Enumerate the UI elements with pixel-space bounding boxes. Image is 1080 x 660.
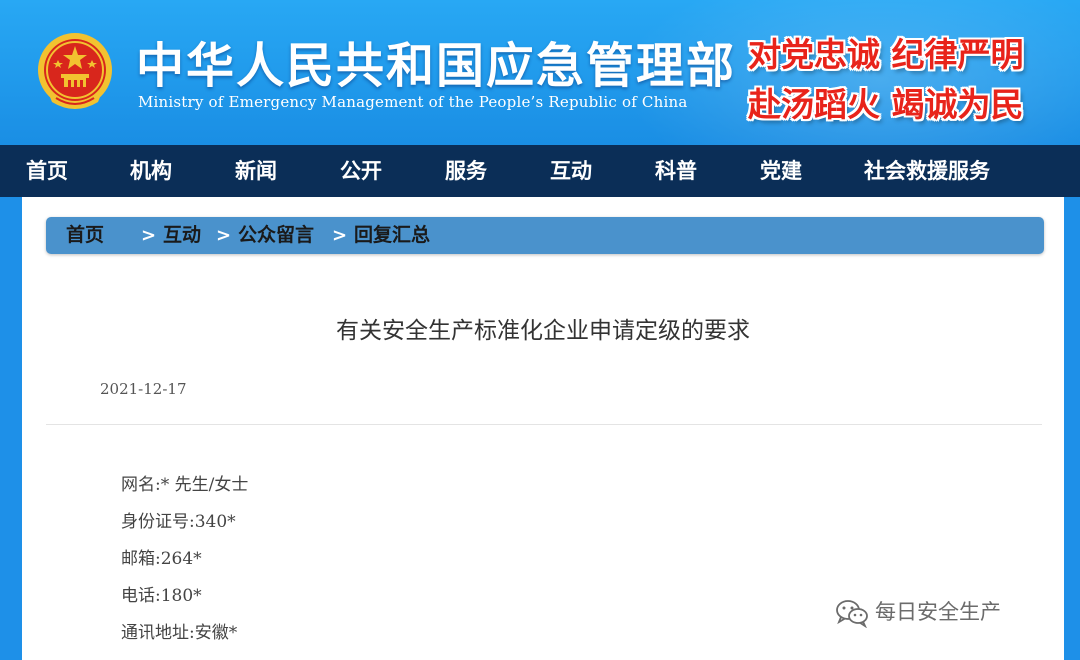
- breadcrumb-home[interactable]: 首页: [66, 217, 104, 254]
- site-header: 中华人民共和国应急管理部 Ministry of Emergency Manag…: [0, 0, 1080, 145]
- breadcrumb: 首页 > 互动 > 公众留言 > 回复汇总: [46, 217, 1044, 254]
- field-email: 邮箱:264*: [121, 549, 202, 569]
- nav-item-services[interactable]: 服务: [445, 145, 487, 197]
- wechat-watermark: 每日安全生产: [835, 596, 1001, 629]
- nav-item-science[interactable]: 科普: [655, 145, 697, 197]
- watermark-text: 每日安全生产: [875, 600, 1001, 624]
- nav-item-news[interactable]: 新闻: [235, 145, 277, 197]
- nav-item-organization[interactable]: 机构: [130, 145, 172, 197]
- field-address: 通讯地址:安徽*: [121, 623, 238, 643]
- breadcrumb-separator: >: [216, 225, 232, 246]
- field-phone: 电话:180*: [121, 586, 202, 606]
- breadcrumb-interaction[interactable]: 互动: [163, 217, 201, 254]
- field-nickname: 网名:* 先生/女士: [121, 475, 249, 495]
- nav-item-party[interactable]: 党建: [760, 145, 802, 197]
- slogan-line-2: 赴汤蹈火 竭诚为民: [748, 85, 1024, 124]
- breadcrumb-separator: >: [141, 225, 157, 246]
- nav-item-home[interactable]: 首页: [26, 145, 68, 197]
- site-title-cn[interactable]: 中华人民共和国应急管理部: [136, 26, 734, 96]
- national-emblem-icon[interactable]: [34, 30, 116, 112]
- site-title-en: Ministry of Emergency Management of the …: [138, 93, 688, 111]
- article-title: 有关安全生产标准化企业申请定级的要求: [336, 318, 750, 344]
- breadcrumb-separator: >: [332, 225, 348, 246]
- nav-item-social-rescue[interactable]: 社会救援服务: [864, 145, 990, 197]
- slogan-line-1: 对党忠诚 纪律严明: [748, 35, 1024, 74]
- content-panel: 首页 > 互动 > 公众留言 > 回复汇总 有关安全生产标准化企业申请定级的要求…: [22, 197, 1064, 660]
- nav-item-disclosure[interactable]: 公开: [340, 145, 382, 197]
- main-nav: 首页 机构 新闻 公开 服务 互动 科普 党建 社会救援服务: [0, 145, 1080, 197]
- wechat-icon: [836, 600, 868, 629]
- article-date: 2021-12-17: [100, 380, 187, 398]
- breadcrumb-reply-summary[interactable]: 回复汇总: [354, 217, 430, 254]
- divider: [46, 424, 1042, 425]
- breadcrumb-public-messages[interactable]: 公众留言: [238, 217, 314, 254]
- field-id-number: 身份证号:340*: [121, 512, 236, 532]
- nav-item-interaction[interactable]: 互动: [550, 145, 592, 197]
